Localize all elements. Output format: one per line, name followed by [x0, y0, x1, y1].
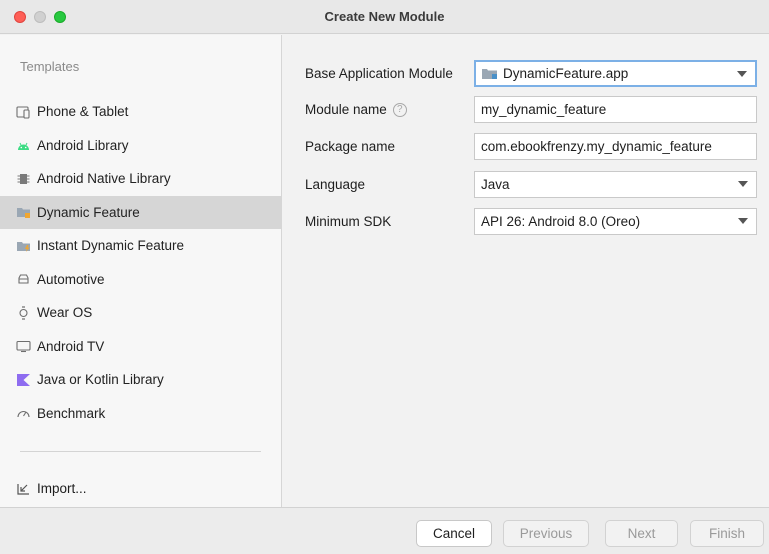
minimize-window-button[interactable]	[34, 11, 46, 23]
phone-tablet-icon	[16, 105, 31, 119]
instant-feature-folder-icon	[16, 239, 31, 253]
previous-button[interactable]: Previous	[503, 520, 589, 547]
tv-icon	[16, 339, 31, 353]
template-label: Android Native Library	[37, 171, 171, 187]
template-instant-dynamic-feature[interactable]: Instant Dynamic Feature	[0, 229, 281, 263]
template-label: Android Library	[37, 137, 129, 153]
min-sdk-value: API 26: Android 8.0 (Oreo)	[481, 214, 641, 229]
gauge-icon	[16, 406, 31, 420]
watch-icon	[16, 306, 31, 320]
dialog-button-bar: Cancel Previous Next Finish	[0, 507, 769, 554]
chevron-down-icon	[738, 181, 748, 187]
finish-button[interactable]: Finish	[690, 520, 764, 547]
base-module-select[interactable]: DynamicFeature.app	[474, 60, 757, 87]
template-label: Dynamic Feature	[37, 204, 140, 220]
import-label: Import...	[37, 481, 87, 496]
package-name-row: Package name com.ebookfrenzy.my_dynamic_…	[283, 133, 769, 161]
template-phone-tablet[interactable]: Phone & Tablet	[0, 95, 281, 129]
chevron-down-icon	[737, 71, 747, 77]
sidebar-divider	[20, 451, 261, 452]
android-icon	[16, 138, 31, 152]
template-android-native-library[interactable]: Android Native Library	[0, 162, 281, 196]
base-module-label: Base Application Module	[305, 66, 453, 81]
window-controls	[14, 11, 66, 23]
package-name-label: Package name	[305, 139, 396, 154]
min-sdk-label: Minimum SDK	[305, 214, 392, 229]
native-library-icon	[16, 172, 31, 186]
language-row: Language Java	[283, 171, 769, 199]
module-folder-icon	[482, 68, 498, 80]
create-new-module-dialog: Create New Module Templates Phone & Tabl…	[0, 0, 769, 554]
template-label: Android TV	[37, 338, 105, 354]
template-android-tv[interactable]: Android TV	[0, 330, 281, 364]
template-label: Wear OS	[37, 305, 93, 321]
chevron-down-icon	[738, 218, 748, 224]
window-title: Create New Module	[324, 9, 445, 24]
next-button[interactable]: Next	[605, 520, 678, 547]
templates-label: Templates	[20, 59, 80, 74]
template-android-library[interactable]: Android Library	[0, 129, 281, 163]
min-sdk-row: Minimum SDK API 26: Android 8.0 (Oreo)	[283, 208, 769, 236]
module-name-input[interactable]: my_dynamic_feature	[474, 96, 757, 123]
language-value: Java	[481, 177, 510, 192]
car-icon	[16, 272, 31, 286]
package-name-input[interactable]: com.ebookfrenzy.my_dynamic_feature	[474, 133, 757, 160]
module-form: Base Application Module DynamicFeature.a…	[283, 35, 769, 507]
template-benchmark[interactable]: Benchmark	[0, 397, 281, 431]
help-icon[interactable]: ?	[392, 102, 407, 117]
template-automotive[interactable]: Automotive	[0, 263, 281, 297]
template-label: Phone & Tablet	[37, 104, 129, 120]
language-label: Language	[305, 177, 366, 192]
base-module-value: DynamicFeature.app	[503, 66, 629, 81]
base-module-row: Base Application Module DynamicFeature.a…	[283, 60, 769, 88]
import-icon	[16, 482, 31, 496]
close-window-button[interactable]	[14, 11, 26, 23]
dynamic-feature-folder-icon	[16, 205, 31, 219]
title-bar: Create New Module	[0, 0, 769, 34]
template-dynamic-feature[interactable]: Dynamic Feature	[0, 195, 281, 229]
kotlin-icon	[16, 373, 31, 387]
template-label: Automotive	[37, 271, 105, 287]
module-name-label: Module name	[305, 102, 387, 117]
template-label: Benchmark	[37, 405, 106, 421]
language-select[interactable]: Java	[474, 171, 757, 198]
template-java-kotlin-library[interactable]: Java or Kotlin Library	[0, 363, 281, 397]
template-label: Java or Kotlin Library	[37, 372, 164, 388]
template-wear-os[interactable]: Wear OS	[0, 296, 281, 330]
import-button[interactable]: Import...	[16, 481, 87, 496]
maximize-window-button[interactable]	[54, 11, 66, 23]
module-name-row: Module name ? my_dynamic_feature	[283, 96, 769, 124]
module-name-label-wrap: Module name ?	[305, 102, 407, 117]
min-sdk-select[interactable]: API 26: Android 8.0 (Oreo)	[474, 208, 757, 235]
template-label: Instant Dynamic Feature	[37, 238, 185, 254]
templates-sidebar: Templates Phone & Tablet Android Library…	[0, 35, 282, 507]
cancel-button[interactable]: Cancel	[416, 520, 492, 547]
template-list: Phone & Tablet Android Library Android N…	[0, 95, 281, 430]
